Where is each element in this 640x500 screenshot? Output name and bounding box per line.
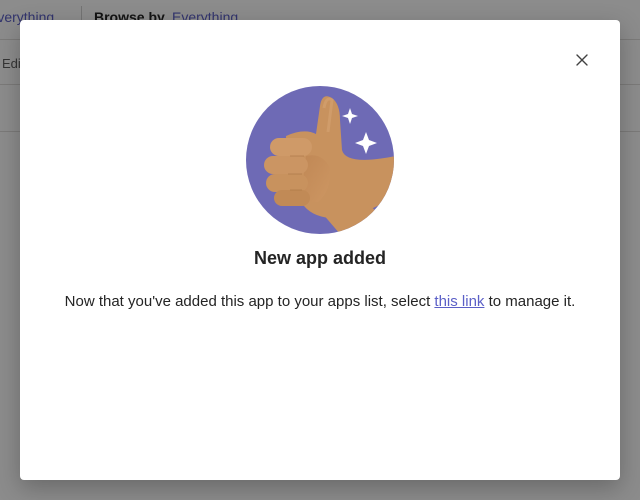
close-button[interactable]: [572, 50, 592, 70]
message-text-before: Now that you've added this app to your a…: [64, 293, 435, 310]
new-app-added-dialog: New app added Now that you've added this…: [20, 20, 620, 480]
dialog-title: New app added: [253, 248, 387, 268]
thumbs-up-icon: [246, 86, 394, 234]
message-text-after: to manage it.: [484, 293, 576, 310]
dialog-message: Now that you've added this app to your a…: [60, 290, 580, 313]
manage-app-link[interactable]: this link: [434, 293, 484, 310]
close-icon: [576, 54, 588, 66]
